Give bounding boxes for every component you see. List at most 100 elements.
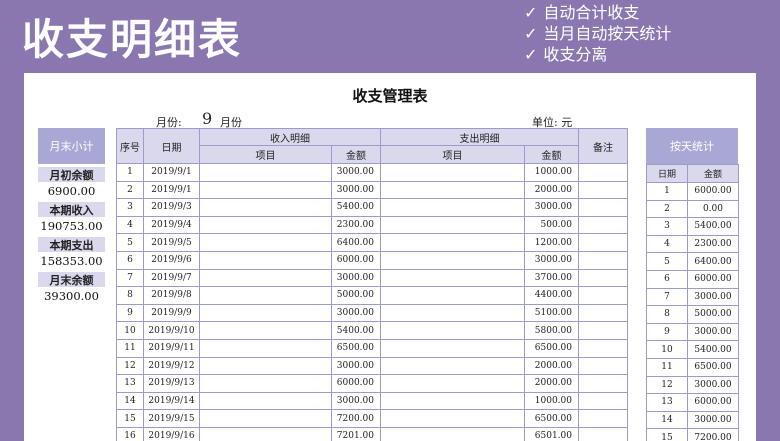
- income-item-cell[interactable]: [199, 268, 332, 288]
- note-cell[interactable]: [578, 286, 628, 305]
- income-amount-cell[interactable]: 7201.00: [331, 426, 381, 441]
- expense-amount-cell[interactable]: 6500.00: [524, 338, 579, 358]
- date-cell[interactable]: 2019/9/9: [143, 303, 200, 323]
- date-cell[interactable]: 2019/9/12: [143, 356, 200, 376]
- note-cell[interactable]: [578, 391, 628, 411]
- income-item-cell[interactable]: [199, 356, 332, 376]
- expense-amount-cell[interactable]: 1000.00: [524, 391, 579, 411]
- daily-amount-cell[interactable]: 5400.00: [687, 340, 739, 359]
- daily-amount-cell[interactable]: 0.00: [687, 199, 739, 219]
- expense-amount-cell[interactable]: 4400.00: [524, 286, 579, 305]
- daily-day-cell[interactable]: 8: [646, 305, 688, 324]
- daily-day-cell[interactable]: 15: [646, 428, 688, 441]
- seq-cell[interactable]: 11: [116, 338, 144, 358]
- daily-amount-cell[interactable]: 6000.00: [687, 182, 739, 201]
- income-item-cell[interactable]: [199, 286, 332, 305]
- expense-item-cell[interactable]: [380, 215, 525, 235]
- daily-day-cell[interactable]: 9: [646, 322, 688, 342]
- expense-item-cell[interactable]: [380, 409, 525, 428]
- expense-item-cell[interactable]: [380, 303, 525, 323]
- daily-amount-cell[interactable]: 2300.00: [687, 234, 739, 254]
- income-amount-cell[interactable]: 3000.00: [331, 303, 381, 323]
- seq-cell[interactable]: 7: [116, 268, 144, 288]
- note-cell[interactable]: [578, 426, 628, 441]
- income-amount-cell[interactable]: 5400.00: [331, 198, 381, 217]
- expense-item-cell[interactable]: [380, 286, 525, 305]
- daily-day-cell[interactable]: 11: [646, 357, 688, 377]
- date-cell[interactable]: 2019/9/1: [143, 163, 200, 182]
- period-income-value[interactable]: 190753.00: [38, 217, 105, 234]
- opening-balance-value[interactable]: 6900.00: [38, 182, 105, 199]
- daily-day-cell[interactable]: 3: [646, 217, 688, 236]
- expense-amount-cell[interactable]: 3700.00: [524, 268, 579, 288]
- date-cell[interactable]: 2019/9/11: [143, 338, 200, 358]
- daily-day-cell[interactable]: 6: [646, 269, 688, 289]
- expense-amount-cell[interactable]: 6500.00: [524, 409, 579, 428]
- daily-amount-cell[interactable]: 3000.00: [687, 287, 739, 307]
- income-amount-cell[interactable]: 3000.00: [331, 356, 381, 376]
- expense-amount-cell[interactable]: 500.00: [524, 215, 579, 235]
- note-cell[interactable]: [578, 215, 628, 235]
- daily-day-cell[interactable]: 10: [646, 340, 688, 359]
- daily-amount-cell[interactable]: 6000.00: [687, 393, 739, 412]
- seq-cell[interactable]: 8: [116, 286, 144, 305]
- seq-cell[interactable]: 10: [116, 321, 144, 340]
- daily-day-cell[interactable]: 5: [646, 252, 688, 271]
- daily-amount-cell[interactable]: 5400.00: [687, 217, 739, 236]
- note-cell[interactable]: [578, 250, 628, 270]
- income-item-cell[interactable]: [199, 215, 332, 235]
- seq-cell[interactable]: 6: [116, 250, 144, 270]
- note-cell[interactable]: [578, 409, 628, 428]
- note-cell[interactable]: [578, 233, 628, 252]
- expense-amount-cell[interactable]: 5800.00: [524, 321, 579, 340]
- note-cell[interactable]: [578, 338, 628, 358]
- expense-item-cell[interactable]: [380, 374, 525, 393]
- income-amount-cell[interactable]: 3000.00: [331, 163, 381, 182]
- seq-cell[interactable]: 3: [116, 198, 144, 217]
- date-cell[interactable]: 2019/9/13: [143, 374, 200, 393]
- expense-amount-cell[interactable]: 6501.00: [524, 426, 579, 441]
- expense-amount-cell[interactable]: 1200.00: [524, 233, 579, 252]
- income-amount-cell[interactable]: 3000.00: [331, 268, 381, 288]
- note-cell[interactable]: [578, 374, 628, 393]
- note-cell[interactable]: [578, 303, 628, 323]
- income-amount-cell[interactable]: 6000.00: [331, 250, 381, 270]
- expense-item-cell[interactable]: [380, 250, 525, 270]
- note-cell[interactable]: [578, 268, 628, 288]
- expense-item-cell[interactable]: [380, 391, 525, 411]
- income-item-cell[interactable]: [199, 303, 332, 323]
- income-amount-cell[interactable]: 6000.00: [331, 374, 381, 393]
- date-cell[interactable]: 2019/9/4: [143, 215, 200, 235]
- expense-amount-cell[interactable]: 2000.00: [524, 374, 579, 393]
- daily-amount-cell[interactable]: 3000.00: [687, 410, 739, 430]
- date-cell[interactable]: 2019/9/15: [143, 409, 200, 428]
- income-amount-cell[interactable]: 3000.00: [331, 391, 381, 411]
- income-item-cell[interactable]: [199, 409, 332, 428]
- income-item-cell[interactable]: [199, 374, 332, 393]
- income-item-cell[interactable]: [199, 321, 332, 340]
- daily-amount-cell[interactable]: 6500.00: [687, 357, 739, 377]
- daily-amount-cell[interactable]: 3000.00: [687, 375, 739, 395]
- date-cell[interactable]: 2019/9/6: [143, 250, 200, 270]
- daily-amount-cell[interactable]: 5000.00: [687, 305, 739, 324]
- daily-day-cell[interactable]: 1: [646, 182, 688, 201]
- income-item-cell[interactable]: [199, 391, 332, 411]
- seq-cell[interactable]: 9: [116, 303, 144, 323]
- seq-cell[interactable]: 1: [116, 163, 144, 182]
- expense-amount-cell[interactable]: 3000.00: [524, 250, 579, 270]
- expense-amount-cell[interactable]: 3000.00: [524, 198, 579, 217]
- date-cell[interactable]: 2019/9/7: [143, 268, 200, 288]
- seq-cell[interactable]: 15: [116, 409, 144, 428]
- income-amount-cell[interactable]: 5400.00: [331, 321, 381, 340]
- daily-day-cell[interactable]: 7: [646, 287, 688, 307]
- expense-amount-cell[interactable]: 1000.00: [524, 163, 579, 182]
- income-amount-cell[interactable]: 6400.00: [331, 233, 381, 252]
- income-item-cell[interactable]: [199, 426, 332, 441]
- daily-day-cell[interactable]: 2: [646, 199, 688, 219]
- daily-day-cell[interactable]: 13: [646, 393, 688, 412]
- date-cell[interactable]: 2019/9/16: [143, 426, 200, 441]
- expense-item-cell[interactable]: [380, 163, 525, 182]
- daily-day-cell[interactable]: 12: [646, 375, 688, 395]
- income-item-cell[interactable]: [199, 163, 332, 182]
- expense-item-cell[interactable]: [380, 198, 525, 217]
